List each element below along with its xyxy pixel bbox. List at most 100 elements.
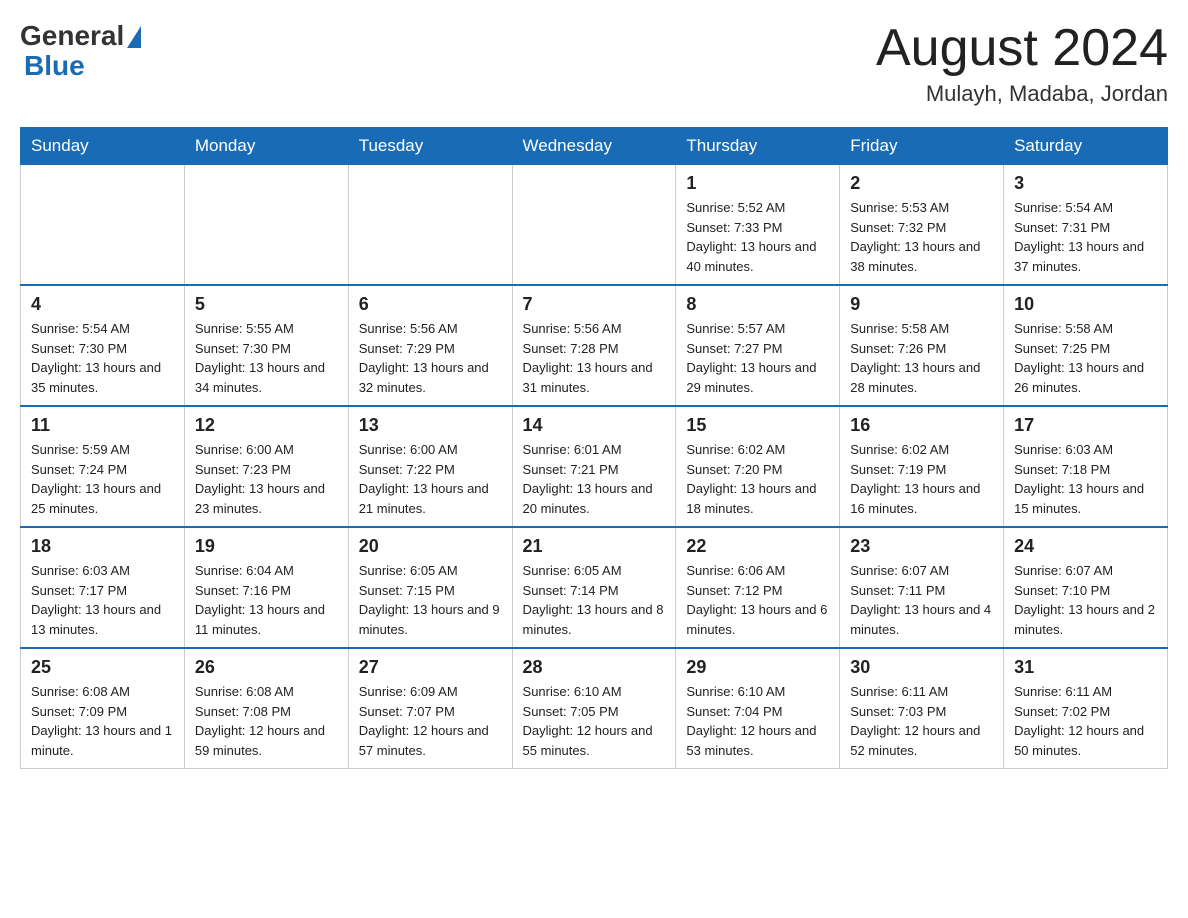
- day-info: Sunrise: 5:53 AM Sunset: 7:32 PM Dayligh…: [850, 198, 993, 276]
- day-info: Sunrise: 6:01 AM Sunset: 7:21 PM Dayligh…: [523, 440, 666, 518]
- header-tuesday: Tuesday: [348, 128, 512, 165]
- day-number: 29: [686, 657, 829, 678]
- day-number: 20: [359, 536, 502, 557]
- header-saturday: Saturday: [1004, 128, 1168, 165]
- day-number: 30: [850, 657, 993, 678]
- calendar-cell: 7Sunrise: 5:56 AM Sunset: 7:28 PM Daylig…: [512, 285, 676, 406]
- calendar-cell: 30 Sunrise: 6:11 AM Sunset: 7:03 PM Dayli…: [840, 648, 1004, 769]
- calendar-cell: 19Sunrise: 6:04 AM Sunset: 7:16 PM Dayli…: [184, 527, 348, 648]
- calendar-cell: 24 Sunrise: 6:07 AM Sunset: 7:10 PM Dayli…: [1004, 527, 1168, 648]
- day-info: Sunrise: 6:02 AM Sunset: 7:19 PM Dayligh…: [850, 440, 993, 518]
- day-info: Sunrise: 5:55 AM Sunset: 7:30 PM Dayligh…: [195, 319, 338, 397]
- calendar-cell: 2Sunrise: 5:53 AM Sunset: 7:32 PM Daylig…: [840, 165, 1004, 286]
- header-friday: Friday: [840, 128, 1004, 165]
- day-number: 27: [359, 657, 502, 678]
- header-wednesday: Wednesday: [512, 128, 676, 165]
- day-info: Sunrise: 6:09 AM Sunset: 7:07 PM Dayligh…: [359, 682, 502, 760]
- day-number: 13: [359, 415, 502, 436]
- calendar-location: Mulayh, Madaba, Jordan: [876, 81, 1168, 107]
- calendar-week-1: 1Sunrise: 5:52 AM Sunset: 7:33 PM Daylig…: [21, 165, 1168, 286]
- calendar-cell: 10 Sunrise: 5:58 AM Sunset: 7:25 PM Dayli…: [1004, 285, 1168, 406]
- day-info: Sunrise: 6:07 AM Sunset: 7:10 PM Dayligh…: [1014, 561, 1157, 639]
- calendar-cell: 21 Sunrise: 6:05 AM Sunset: 7:14 PM Dayli…: [512, 527, 676, 648]
- calendar-cell: 3Sunrise: 5:54 AM Sunset: 7:31 PM Daylig…: [1004, 165, 1168, 286]
- day-info: Sunrise: 6:07 AM Sunset: 7:11 PM Dayligh…: [850, 561, 993, 639]
- day-info: Sunrise: 5:54 AM Sunset: 7:30 PM Dayligh…: [31, 319, 174, 397]
- calendar-header-row: Sunday Monday Tuesday Wednesday Thursday…: [21, 128, 1168, 165]
- day-info: Sunrise: 5:59 AM Sunset: 7:24 PM Dayligh…: [31, 440, 174, 518]
- day-info: Sunrise: 6:03 AM Sunset: 7:17 PM Dayligh…: [31, 561, 174, 639]
- day-info: Sunrise: 6:00 AM Sunset: 7:22 PM Dayligh…: [359, 440, 502, 518]
- day-number: 12: [195, 415, 338, 436]
- calendar-cell: 27 Sunrise: 6:09 AM Sunset: 7:07 PM Dayli…: [348, 648, 512, 769]
- calendar-cell: 29 Sunrise: 6:10 AM Sunset: 7:04 PM Dayli…: [676, 648, 840, 769]
- header-sunday: Sunday: [21, 128, 185, 165]
- calendar-cell: [184, 165, 348, 286]
- header-thursday: Thursday: [676, 128, 840, 165]
- day-number: 25: [31, 657, 174, 678]
- day-info: Sunrise: 6:06 AM Sunset: 7:12 PM Dayligh…: [686, 561, 829, 639]
- day-number: 17: [1014, 415, 1157, 436]
- day-number: 24: [1014, 536, 1157, 557]
- calendar-cell: 15Sunrise: 6:02 AM Sunset: 7:20 PM Dayli…: [676, 406, 840, 527]
- day-info: Sunrise: 5:58 AM Sunset: 7:26 PM Dayligh…: [850, 319, 993, 397]
- calendar-cell: 23 Sunrise: 6:07 AM Sunset: 7:11 PM Dayli…: [840, 527, 1004, 648]
- day-info: Sunrise: 6:08 AM Sunset: 7:08 PM Dayligh…: [195, 682, 338, 760]
- calendar-cell: 9 Sunrise: 5:58 AM Sunset: 7:26 PM Daylig…: [840, 285, 1004, 406]
- logo-triangle-icon: [127, 26, 141, 48]
- calendar-cell: 11 Sunrise: 5:59 AM Sunset: 7:24 PM Dayli…: [21, 406, 185, 527]
- day-number: 22: [686, 536, 829, 557]
- calendar-cell: 13 Sunrise: 6:00 AM Sunset: 7:22 PM Dayli…: [348, 406, 512, 527]
- day-number: 28: [523, 657, 666, 678]
- day-info: Sunrise: 5:58 AM Sunset: 7:25 PM Dayligh…: [1014, 319, 1157, 397]
- calendar-title: August 2024: [876, 20, 1168, 77]
- calendar-cell: 4 Sunrise: 5:54 AM Sunset: 7:30 PM Daylig…: [21, 285, 185, 406]
- day-info: Sunrise: 6:10 AM Sunset: 7:05 PM Dayligh…: [523, 682, 666, 760]
- day-info: Sunrise: 6:10 AM Sunset: 7:04 PM Dayligh…: [686, 682, 829, 760]
- title-section: August 2024 Mulayh, Madaba, Jordan: [876, 20, 1168, 107]
- day-number: 4: [31, 294, 174, 315]
- day-number: 21: [523, 536, 666, 557]
- day-number: 16: [850, 415, 993, 436]
- calendar-cell: 16 Sunrise: 6:02 AM Sunset: 7:19 PM Dayli…: [840, 406, 1004, 527]
- day-info: Sunrise: 5:56 AM Sunset: 7:29 PM Dayligh…: [359, 319, 502, 397]
- calendar-table: Sunday Monday Tuesday Wednesday Thursday…: [20, 127, 1168, 769]
- day-info: Sunrise: 6:04 AM Sunset: 7:16 PM Dayligh…: [195, 561, 338, 639]
- day-number: 1: [686, 173, 829, 194]
- calendar-cell: 5 Sunrise: 5:55 AM Sunset: 7:30 PM Daylig…: [184, 285, 348, 406]
- calendar-cell: 25 Sunrise: 6:08 AM Sunset: 7:09 PM Dayli…: [21, 648, 185, 769]
- day-info: Sunrise: 6:11 AM Sunset: 7:03 PM Dayligh…: [850, 682, 993, 760]
- day-number: 31: [1014, 657, 1157, 678]
- day-number: 5: [195, 294, 338, 315]
- calendar-week-5: 25 Sunrise: 6:08 AM Sunset: 7:09 PM Dayli…: [21, 648, 1168, 769]
- day-number: 18: [31, 536, 174, 557]
- day-info: Sunrise: 6:03 AM Sunset: 7:18 PM Dayligh…: [1014, 440, 1157, 518]
- day-number: 9: [850, 294, 993, 315]
- calendar-week-2: 4 Sunrise: 5:54 AM Sunset: 7:30 PM Daylig…: [21, 285, 1168, 406]
- day-number: 10: [1014, 294, 1157, 315]
- calendar-cell: 6Sunrise: 5:56 AM Sunset: 7:29 PM Daylig…: [348, 285, 512, 406]
- calendar-cell: 26Sunrise: 6:08 AM Sunset: 7:08 PM Dayli…: [184, 648, 348, 769]
- day-info: Sunrise: 5:57 AM Sunset: 7:27 PM Dayligh…: [686, 319, 829, 397]
- page-header: General Blue August 2024 Mulayh, Madaba,…: [20, 20, 1168, 107]
- day-info: Sunrise: 6:00 AM Sunset: 7:23 PM Dayligh…: [195, 440, 338, 518]
- calendar-cell: 14Sunrise: 6:01 AM Sunset: 7:21 PM Dayli…: [512, 406, 676, 527]
- calendar-cell: 18 Sunrise: 6:03 AM Sunset: 7:17 PM Dayli…: [21, 527, 185, 648]
- calendar-cell: 17 Sunrise: 6:03 AM Sunset: 7:18 PM Dayli…: [1004, 406, 1168, 527]
- day-info: Sunrise: 6:05 AM Sunset: 7:15 PM Dayligh…: [359, 561, 502, 639]
- logo: General Blue: [20, 20, 141, 80]
- day-number: 11: [31, 415, 174, 436]
- calendar-week-3: 11 Sunrise: 5:59 AM Sunset: 7:24 PM Dayli…: [21, 406, 1168, 527]
- logo-blue-text: Blue: [24, 52, 85, 80]
- header-monday: Monday: [184, 128, 348, 165]
- calendar-cell: 8 Sunrise: 5:57 AM Sunset: 7:27 PM Daylig…: [676, 285, 840, 406]
- day-info: Sunrise: 5:56 AM Sunset: 7:28 PM Dayligh…: [523, 319, 666, 397]
- day-number: 23: [850, 536, 993, 557]
- day-number: 8: [686, 294, 829, 315]
- calendar-cell: [348, 165, 512, 286]
- day-info: Sunrise: 6:08 AM Sunset: 7:09 PM Dayligh…: [31, 682, 174, 760]
- day-info: Sunrise: 6:05 AM Sunset: 7:14 PM Dayligh…: [523, 561, 666, 639]
- calendar-cell: 20 Sunrise: 6:05 AM Sunset: 7:15 PM Dayli…: [348, 527, 512, 648]
- calendar-cell: [21, 165, 185, 286]
- calendar-cell: [512, 165, 676, 286]
